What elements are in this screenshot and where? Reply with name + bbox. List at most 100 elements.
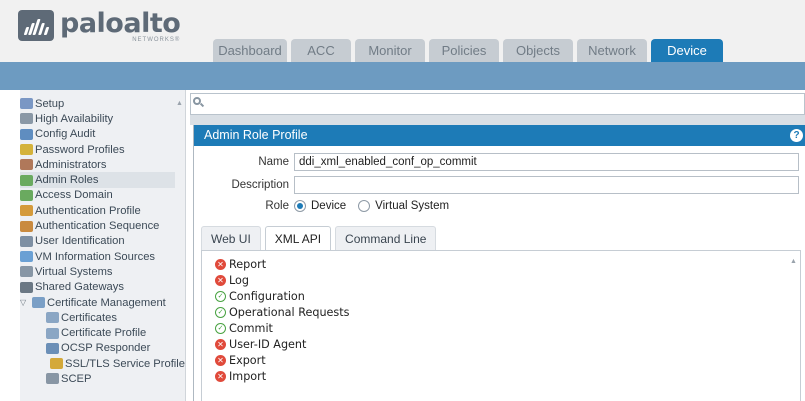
certificate-management-icon (32, 297, 45, 308)
disabled-icon[interactable]: ✕ (215, 274, 226, 286)
permission-list-scrollbar[interactable]: ▲ (790, 251, 800, 401)
permission-label: Commit (229, 321, 273, 335)
name-field[interactable]: ddi_xml_enabled_conf_op_commit (294, 153, 799, 171)
sidebar-item-administrators[interactable]: Administrators (20, 157, 185, 172)
sidebar-item-certificate-profile[interactable]: Certificate Profile (20, 325, 185, 340)
authentication-sequence-icon (20, 220, 33, 232)
sidebar-item-label: Password Profiles (35, 143, 125, 156)
access-domain-icon (20, 189, 33, 201)
tab-policies[interactable]: Policies (429, 39, 499, 62)
permission-item[interactable]: ✕ Report (215, 256, 800, 272)
certificates-icon (46, 312, 59, 324)
xml-api-permission-list: ▲ ✕ Report ✕ Log ✓ Configuration ✓ Operational … (201, 250, 801, 401)
sidebar-item-ssl-tls-service-profile[interactable]: SSL/TLS Service Profile (20, 356, 185, 371)
dialog-title-bar: Admin Role Profile ? (194, 125, 805, 146)
role-virtual-system-label: Virtual System (375, 200, 450, 212)
sidebar-item-password-profiles[interactable]: Password Profiles (20, 142, 185, 157)
tab-objects[interactable]: Objects (503, 39, 573, 62)
virtual-systems-icon (20, 266, 33, 278)
role-label: Role (265, 200, 289, 212)
password-profiles-icon (20, 144, 33, 156)
sidebar-item-high-availability[interactable]: High Availability (20, 111, 185, 126)
admin-role-profile-dialog: Admin Role Profile ? Name ddi_xml_enable… (193, 125, 805, 401)
paloalto-logo: paloalto NETWORKS® (18, 8, 181, 43)
sub-navigation-bar (0, 62, 805, 90)
permission-item[interactable]: ✕ Export (215, 352, 800, 368)
sidebar-item-label: Certificates (61, 311, 117, 324)
tab-command-line[interactable]: Command Line (335, 226, 437, 250)
user-identification-icon (20, 235, 33, 247)
search-input[interactable] (190, 93, 805, 115)
scroll-up-icon[interactable]: ▲ (790, 258, 797, 265)
permission-item[interactable]: ✕ Log (215, 272, 800, 288)
certificate-profile-icon (46, 327, 59, 339)
sidebar-item-label: Virtual Systems (35, 265, 113, 278)
sidebar-item-setup[interactable]: Setup (20, 96, 185, 111)
sidebar-item-label: Admin Roles (35, 174, 99, 187)
brand-name: paloalto (60, 8, 181, 39)
permission-item[interactable]: ✓ Commit (215, 320, 800, 336)
sidebar-item-label: Certificate Profile (61, 327, 147, 340)
sidebar-item-authentication-profile[interactable]: Authentication Profile (20, 203, 185, 218)
tab-xml-api[interactable]: XML API (264, 226, 332, 250)
permission-item[interactable]: ✕ Import (215, 368, 800, 384)
sidebar-item-label: User Identification (35, 235, 125, 248)
role-virtual-system-radio[interactable] (358, 200, 371, 212)
role-device-radio[interactable] (294, 200, 306, 212)
paloalto-logo-icon (18, 10, 54, 41)
sidebar-item-vm-information-sources[interactable]: VM Information Sources (20, 249, 185, 264)
tab-web-ui[interactable]: Web UI (201, 226, 261, 250)
sidebar-item-shared-gateways[interactable]: Shared Gateways (20, 280, 185, 295)
tab-network[interactable]: Network (577, 39, 647, 62)
sidebar-item-label: Config Audit (35, 128, 96, 141)
expand-caret-icon[interactable]: ▽ (20, 298, 26, 307)
sidebar-item-admin-roles[interactable]: Admin Roles (20, 172, 175, 188)
sidebar-item-access-domain[interactable]: Access Domain (20, 188, 185, 203)
tab-device[interactable]: Device (651, 39, 723, 62)
permission-tabs: Web UI XML API Command Line (201, 226, 440, 250)
tab-acc[interactable]: ACC (291, 39, 351, 62)
disabled-icon[interactable]: ✕ (215, 354, 226, 366)
disabled-icon[interactable]: ✕ (215, 338, 226, 350)
permission-item[interactable]: ✕ User-ID Agent (215, 336, 800, 352)
dialog-title: Admin Role Profile (204, 128, 308, 142)
sidebar-item-ocsp-responder[interactable]: OCSP Responder (20, 341, 185, 356)
permission-label: User-ID Agent (229, 337, 307, 351)
sidebar-item-label: SSL/TLS Service Profile (65, 357, 186, 370)
search-icon (192, 96, 205, 108)
enabled-icon[interactable]: ✓ (215, 322, 226, 334)
sidebar-item-config-audit[interactable]: Config Audit (20, 127, 185, 142)
admin-roles-icon (20, 174, 33, 186)
disabled-icon[interactable]: ✕ (215, 258, 226, 270)
high-availability-icon (20, 113, 33, 125)
description-label: Description (231, 179, 289, 191)
sidebar-item-label: SCEP (61, 372, 92, 385)
enabled-icon[interactable]: ✓ (215, 290, 226, 302)
sidebar-item-label: High Availability (35, 112, 114, 125)
panel-separator (190, 115, 805, 125)
permission-item[interactable]: ✓ Operational Requests (215, 304, 800, 320)
sidebar-item-virtual-systems[interactable]: Virtual Systems (20, 264, 185, 279)
disabled-icon[interactable]: ✕ (215, 370, 226, 382)
sidebar-item-scep[interactable]: SCEP (20, 371, 185, 386)
sidebar-item-certificate-management[interactable]: ▽ Certificate Management (20, 295, 185, 310)
tab-monitor[interactable]: Monitor (355, 39, 425, 62)
sidebar-item-label: Authentication Profile (35, 204, 141, 217)
sidebar-item-user-identification[interactable]: User Identification (20, 234, 185, 249)
scep-icon (46, 373, 59, 385)
description-field[interactable] (294, 176, 799, 194)
sidebar-item-label: Shared Gateways (35, 281, 124, 294)
role-device-label: Device (311, 200, 347, 212)
sidebar: ▲ Setup High Availability Config Audit Pass… (20, 90, 186, 401)
permission-label: Report (229, 257, 267, 271)
tab-dashboard[interactable]: Dashboard (213, 39, 287, 62)
sidebar-item-certificates[interactable]: Certificates (20, 310, 185, 325)
ssl-tls-service-profile-icon (50, 358, 63, 370)
shared-gateways-icon (20, 281, 33, 293)
sidebar-item-label: Authentication Sequence (35, 220, 160, 233)
sidebar-item-label: OCSP Responder (61, 342, 151, 355)
enabled-icon[interactable]: ✓ (215, 306, 226, 318)
permission-item[interactable]: ✓ Configuration (215, 288, 800, 304)
help-icon[interactable]: ? (790, 129, 803, 142)
sidebar-item-authentication-sequence[interactable]: Authentication Sequence (20, 218, 185, 233)
